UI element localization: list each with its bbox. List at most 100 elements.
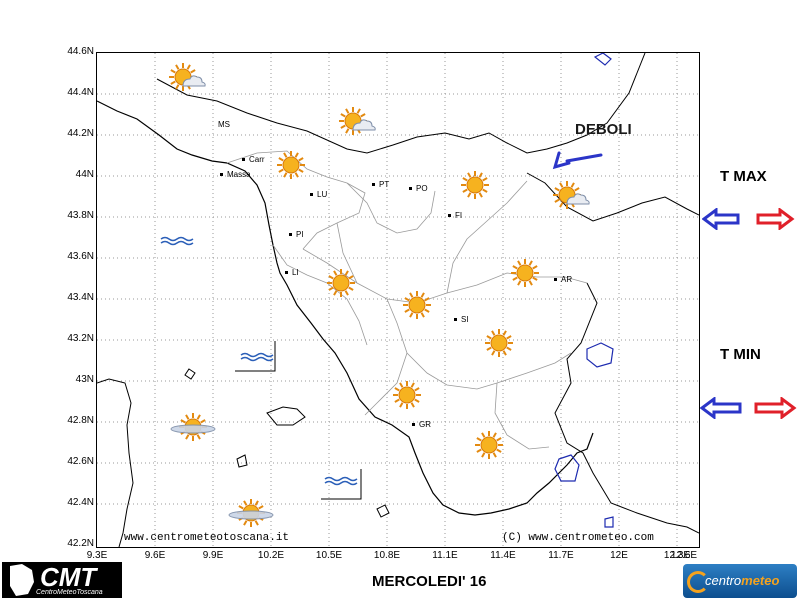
longitude-label: 9.6E — [144, 550, 166, 561]
longitude-label: 11.4E — [490, 550, 516, 561]
latitude-label: 43N — [75, 374, 94, 385]
corsica-coast — [97, 378, 134, 547]
tmin-label: T MIN — [720, 346, 761, 363]
city-marker-pi: PI — [289, 230, 304, 239]
centrometeo-logo: centrometeo — [683, 564, 797, 598]
longitude-label: 11.1E — [432, 550, 458, 561]
credit-left: www.centrometeotoscana.it — [124, 532, 290, 544]
latitude-label: 44.2N — [67, 128, 94, 139]
city-dot-icon — [448, 214, 451, 218]
longitude-label: 9.3E — [86, 550, 108, 561]
city-marker-lu: LU — [310, 190, 327, 199]
wind-label: DEBOLI — [575, 121, 632, 138]
longitude-label: 10.2E — [257, 550, 285, 561]
forecast-date: MERCOLEDI' 16 — [372, 573, 487, 590]
sun-icon — [327, 269, 355, 297]
latitude-label: 43.4N — [67, 292, 94, 303]
city-dot-icon — [372, 183, 375, 187]
sun-cloud-icon — [339, 107, 376, 135]
latitude-label: 43.6N — [67, 251, 94, 262]
city-dot-icon — [289, 233, 292, 237]
montecristo-island — [236, 454, 248, 468]
longitude-label: 12E — [610, 550, 628, 561]
sun-icon — [277, 151, 305, 179]
lake-bolsena — [554, 454, 580, 482]
latitude-label: 44.4N — [67, 87, 94, 98]
logo-text-a: centro — [705, 573, 742, 588]
credit-right: (C) www.centrometeo.com — [502, 532, 654, 544]
latitude-label: 42.6N — [67, 456, 94, 467]
longitude-label: 10.8E — [373, 550, 401, 561]
tmax-cold-arrow-icon — [702, 208, 740, 230]
sea-icons-layer — [160, 236, 358, 486]
cmt-logo-subtext: CentroMeteoToscana — [36, 589, 103, 596]
city-dot-icon — [285, 271, 288, 275]
longitude-label: 10.5E — [315, 550, 343, 561]
city-marker-carr: Carr — [242, 155, 265, 164]
city-label: Massa — [227, 170, 251, 179]
tmax-label: T MAX — [720, 168, 767, 185]
city-dot-icon — [409, 187, 412, 191]
longitude-label: 9.9E — [202, 550, 224, 561]
tmin-arrows — [700, 397, 797, 419]
city-marker-fi: FI — [448, 211, 462, 220]
sun-icon — [403, 291, 431, 319]
latitude-label: 44N — [75, 169, 94, 180]
city-dot-icon — [310, 193, 313, 197]
longitude-label: 11.7E — [548, 550, 574, 561]
latitude-label: 42.2N — [67, 538, 94, 549]
lake-trasimeno — [586, 342, 614, 368]
city-label: SI — [461, 315, 469, 324]
sun-cloud-icon — [169, 63, 206, 91]
city-marker-ms: MS — [218, 120, 230, 129]
sun-cloud-icon — [553, 181, 590, 209]
city-marker-ar: AR — [554, 275, 572, 284]
longitude-label: 12.6E — [670, 550, 698, 561]
sun-haze-icon — [170, 413, 216, 441]
city-dot-icon — [242, 158, 245, 162]
city-label: LU — [317, 190, 328, 199]
city-marker-gr: GR — [412, 420, 431, 429]
giglio-island — [376, 504, 390, 518]
lake-north — [593, 53, 612, 66]
city-marker-po: PO — [409, 184, 428, 193]
city-label: PT — [379, 180, 390, 189]
city-label: FI — [455, 211, 463, 220]
tmin-cold-arrow-icon — [700, 397, 742, 419]
lake-south-east — [604, 516, 614, 528]
coastline — [97, 100, 594, 516]
tmax-warm-arrow-icon — [756, 208, 795, 230]
latitude-label: 43.8N — [67, 210, 94, 221]
city-label: Carr — [249, 155, 265, 164]
calm-sea-icon — [240, 352, 274, 362]
latitude-label: 43.2N — [67, 333, 94, 344]
tmax-arrows — [702, 208, 795, 230]
city-label: AR — [561, 275, 573, 284]
sun-icon — [475, 431, 503, 459]
city-label: GR — [419, 420, 431, 429]
city-label: MS — [218, 120, 230, 129]
wind-arrow-icon — [552, 151, 603, 170]
city-label: LI — [292, 268, 299, 277]
tuscany-outline-icon — [10, 564, 34, 596]
city-dot-icon — [220, 173, 223, 177]
city-marker-si: SI — [454, 315, 469, 324]
city-marker-pt: PT — [372, 180, 389, 189]
regional-border-south — [554, 282, 699, 534]
city-marker-massa: Massa — [220, 170, 251, 179]
tmin-warm-arrow-icon — [754, 397, 797, 419]
regional-border-east — [526, 172, 699, 222]
city-label: PI — [296, 230, 304, 239]
cmt-logo: CMT CentroMeteoToscana — [2, 562, 122, 598]
city-dot-icon — [554, 278, 557, 282]
sun-icon — [511, 259, 539, 287]
city-dot-icon — [412, 423, 415, 427]
city-dot-icon — [454, 318, 457, 322]
sun-icon — [485, 329, 513, 357]
latitude-label: 44.6N — [67, 46, 94, 57]
calm-sea-icon — [160, 236, 194, 246]
capraia-island — [184, 368, 196, 380]
latitude-label: 42.8N — [67, 415, 94, 426]
city-label: PO — [416, 184, 428, 193]
sun-icon — [461, 171, 489, 199]
